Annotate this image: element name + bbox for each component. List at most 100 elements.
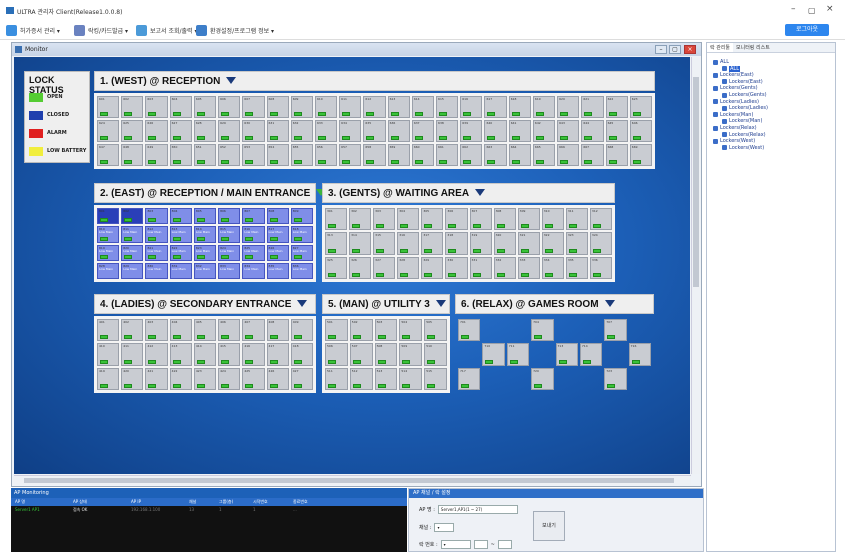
locker-cell[interactable]: 623 [629, 96, 652, 118]
locker-cell[interactable]: 609 [290, 96, 313, 118]
locker-cell[interactable]: 654 [266, 144, 289, 166]
locker-cell[interactable]: 661 [436, 144, 459, 166]
tree-node[interactable]: Lockers(Gents) [722, 92, 767, 98]
locker-cell[interactable]: 664 [508, 144, 531, 166]
locker-cell[interactable]: 324 [589, 232, 612, 255]
locker-cell[interactable]: 666 [557, 144, 580, 166]
locker-cell[interactable]: 426 [266, 367, 289, 390]
locker-cell[interactable]: 333 [517, 256, 540, 279]
locker-cell[interactable]: 307 [469, 208, 492, 231]
locker-cell[interactable]: 807 [242, 208, 265, 225]
scroll-thumb[interactable] [693, 77, 699, 287]
col-channel[interactable]: 채널 [185, 498, 215, 506]
locker-cell[interactable]: 801 [97, 208, 120, 225]
locker-cell[interactable]: 638 [436, 120, 459, 142]
locker-cell[interactable]: 804 [169, 208, 192, 225]
locker-cell[interactable]: 616 [460, 96, 483, 118]
locker-cell[interactable]: 404 [169, 319, 192, 342]
menu-locking[interactable]: 락킹/카드발급 ▾ [74, 24, 128, 36]
locker-cell[interactable]: 418 [290, 343, 313, 366]
locker-cell[interactable]: 605 [193, 96, 217, 118]
locker-cell[interactable]: 618 [508, 96, 531, 118]
zone-relax-header[interactable]: 6. (RELAX) @ GAMES ROOM [455, 294, 654, 314]
locker-cell[interactable]: 406 [218, 319, 241, 342]
locker-cell[interactable]: 507 [349, 343, 373, 366]
tree-node[interactable]: Lockers(West) [713, 138, 755, 144]
tree-node[interactable]: Lockers(Ladies) [713, 99, 759, 105]
locker-cell[interactable]: 330 [445, 256, 468, 279]
monitor-minimize-button[interactable]: – [655, 45, 667, 54]
locker-cell[interactable]: 619 [532, 96, 556, 118]
locker-cell[interactable]: 412 [145, 343, 168, 366]
locker-cell[interactable]: 416 [242, 343, 265, 366]
tree-node[interactable]: Lockers(Relax) [713, 125, 757, 131]
zone-gents-header[interactable]: 3. (GENTS) @ WAITING AREA [322, 183, 615, 203]
locker-cell[interactable]: 669 [629, 144, 652, 166]
locker-cell[interactable]: 611 [339, 96, 362, 118]
locker-cell[interactable]: 710 [482, 343, 505, 366]
locker-cell[interactable]: 304 [397, 208, 420, 231]
locker-cell[interactable]: 602 [121, 96, 144, 118]
locker-cell[interactable]: 425 [242, 367, 265, 390]
locker-cell[interactable]: 620 [557, 96, 580, 118]
locker-cell[interactable]: 668 [605, 144, 628, 166]
locker-cell[interactable]: 401 [97, 319, 120, 342]
locker-cell[interactable]: 649 [145, 144, 168, 166]
send-button[interactable]: 보내기 [533, 511, 565, 541]
locker-cell[interactable]: 331 [469, 256, 492, 279]
locker-cell[interactable]: 651 [193, 144, 217, 166]
locker-cell[interactable]: 607 [242, 96, 265, 118]
tree-node[interactable]: Lockers(Man) [713, 112, 753, 118]
locker-cell[interactable]: 509 [399, 343, 423, 366]
tree-node[interactable]: Lockers(Gents) [713, 85, 758, 91]
locker-cell[interactable]: 658 [363, 144, 386, 166]
locker-cell[interactable]: 632 [290, 120, 313, 142]
locker-cell[interactable]: 701 [458, 319, 481, 342]
col-ap-name[interactable]: AP 명 [11, 498, 69, 506]
locker-cell[interactable]: 641 [508, 120, 531, 142]
locker-cell[interactable]: 653 [242, 144, 265, 166]
locker-cell[interactable]: 834 Low Main [242, 262, 265, 279]
scroll-thumb[interactable] [24, 478, 674, 483]
locker-cell[interactable]: 420 [121, 367, 144, 390]
locker-cell[interactable]: 645 [605, 120, 628, 142]
tree-node[interactable]: Lockers(Relax) [722, 132, 766, 138]
lock-start-input[interactable] [473, 540, 488, 549]
locker-cell[interactable]: 308 [493, 208, 516, 231]
locker-cell[interactable]: 315 [373, 232, 396, 255]
locker-cell[interactable]: 417 [266, 343, 289, 366]
vertical-scrollbar[interactable] [691, 57, 700, 474]
locker-cell[interactable]: 628 [193, 120, 217, 142]
locker-cell[interactable]: 665 [532, 144, 556, 166]
locker-cell[interactable]: 402 [121, 319, 144, 342]
locker-cell[interactable]: 713 [555, 343, 578, 366]
locker-cell[interactable]: 663 [484, 144, 507, 166]
locker-cell[interactable]: 608 [266, 96, 289, 118]
locker-cell[interactable]: 613 [387, 96, 410, 118]
locker-cell[interactable]: 818 Low Main [290, 226, 313, 243]
table-row[interactable]: Server1 AP1 접속 OK 192.168.1.100 13 1 1 .… [11, 506, 407, 514]
locker-cell[interactable]: 633 [314, 120, 338, 142]
locker-cell[interactable]: 323 [565, 232, 588, 255]
locker-cell[interactable]: 334 [541, 256, 564, 279]
locker-cell[interactable]: 717 [458, 367, 481, 390]
locker-cell[interactable]: 328 [397, 256, 420, 279]
locker-cell[interactable]: 657 [339, 144, 362, 166]
locker-cell[interactable]: 812 Low Main [145, 226, 168, 243]
locker-cell[interactable]: 302 [349, 208, 372, 231]
locker-cell[interactable]: 422 [169, 367, 192, 390]
locker-cell[interactable]: 820 Low Main [121, 244, 144, 261]
locker-cell[interactable]: 514 [399, 367, 423, 390]
locker-cell[interactable]: 627 [169, 120, 192, 142]
minimize-button[interactable]: – [791, 4, 796, 14]
locker-cell[interactable]: 821 Low Main [145, 244, 168, 261]
channel-select[interactable]: ▾ [434, 523, 455, 532]
lock-end-input[interactable] [497, 540, 512, 549]
locker-cell[interactable]: 303 [373, 208, 396, 231]
locker-cell[interactable]: 835 Low Main [266, 262, 289, 279]
col-group[interactable]: 그룹(층) [215, 498, 249, 506]
close-button[interactable]: × [826, 4, 834, 14]
locker-cell[interactable]: 410 [97, 343, 120, 366]
locker-cell[interactable]: 622 [605, 96, 628, 118]
locker-cell[interactable]: 650 [169, 144, 192, 166]
